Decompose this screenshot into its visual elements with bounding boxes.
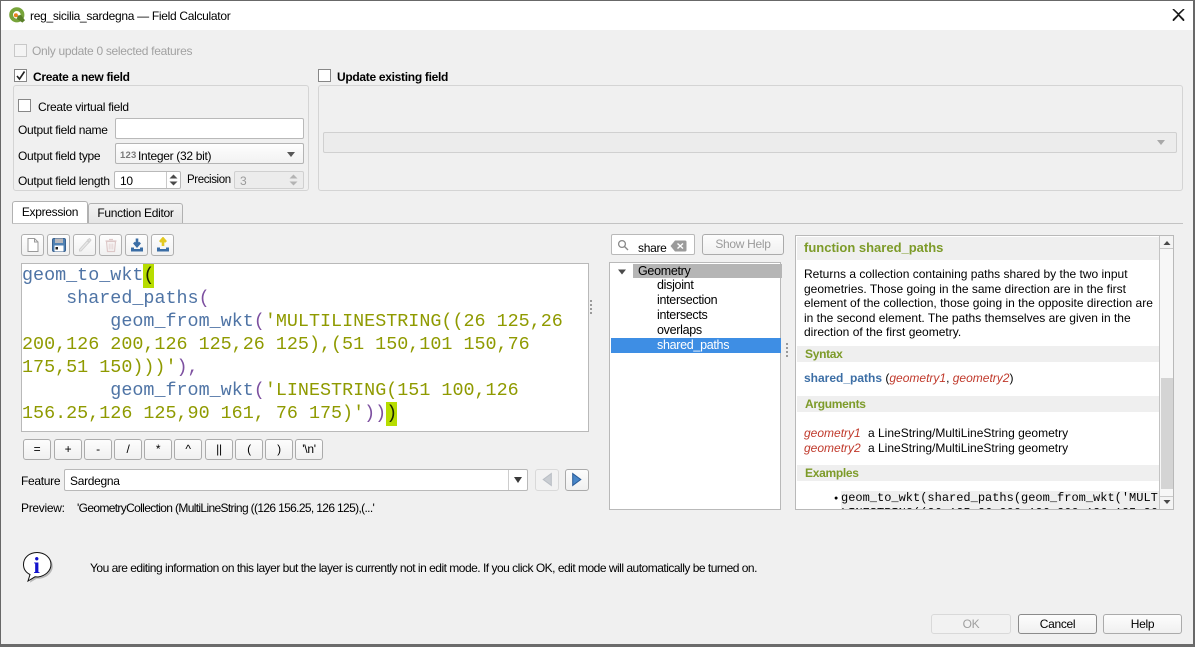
svg-text:i: i [33,553,40,578]
